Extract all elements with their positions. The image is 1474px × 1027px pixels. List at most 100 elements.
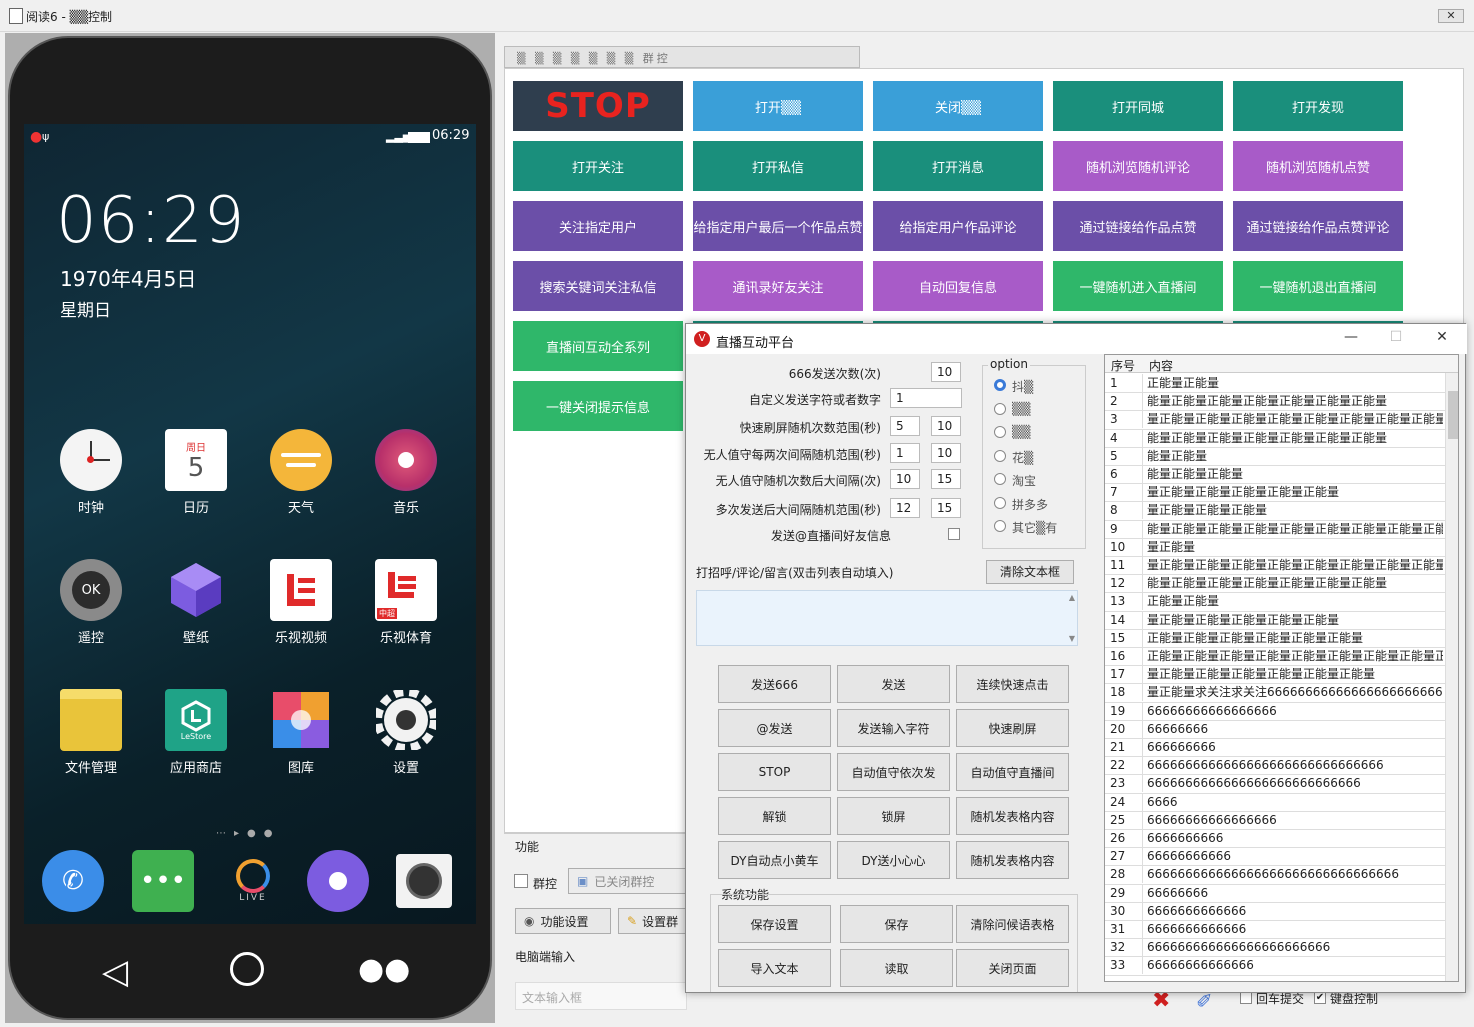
table-row[interactable]: 29 66666666 (1105, 883, 1445, 903)
table-row[interactable]: 31 6666666666666 (1105, 920, 1445, 940)
minimize-button[interactable]: — (1336, 329, 1366, 349)
keyboard-control-checkbox[interactable]: ✔ (1314, 992, 1326, 1004)
action-button[interactable]: DY送小心心 (837, 841, 950, 879)
option-radio[interactable] (994, 473, 1006, 485)
tile-button[interactable]: 关闭▒▒ (873, 81, 1043, 131)
tile-button[interactable]: 打开消息 (873, 141, 1043, 191)
option-radio[interactable] (994, 402, 1006, 415)
tile-button[interactable]: 打开关注 (513, 141, 683, 191)
func-settings-button[interactable]: ◉ 功能设置 (515, 908, 611, 934)
live-icon[interactable]: LIVE (222, 850, 284, 912)
wechat-icon[interactable]: ●● (358, 952, 410, 987)
action-button[interactable]: @发送 (718, 709, 831, 747)
greeting-table[interactable]: 序号 内容 1 正能量正能量 2 能量正能量正能量正能量正能量正能量正能量 3 量正能量正… (1104, 354, 1459, 982)
window-close-button[interactable]: ✕ (1438, 9, 1464, 23)
phone-screen[interactable]: ● ψ ▂▃▅ 06:29 06:29 1970年4月5日 星期日 时钟 周日 … (24, 124, 476, 924)
closed-group-button[interactable]: ▣ 已关闭群控 (568, 868, 688, 894)
table-row[interactable]: 32 666666666666666666666666 (1105, 938, 1445, 958)
action-button[interactable]: 发送输入字符 (837, 709, 950, 747)
greeting-textarea[interactable]: ▲ ▼ (696, 590, 1078, 646)
unattended-count-max-input[interactable]: 15 (931, 469, 961, 489)
table-row[interactable]: 18 量正能量求关注求关注66666666666666666666666 (1105, 683, 1445, 703)
scroll-up-icon[interactable]: ▲ (1069, 593, 1075, 602)
table-row[interactable]: 20 66666666 (1105, 719, 1445, 739)
table-row[interactable]: 28 666666666666666666666666666666666 (1105, 865, 1445, 885)
tile-button[interactable]: 随机浏览随机点赞 (1233, 141, 1403, 191)
back-icon[interactable]: ◁ (102, 952, 128, 992)
tile-button[interactable]: 打开同城 (1053, 81, 1223, 131)
action-button[interactable]: 快速刷屏 (956, 709, 1069, 747)
scroll-down-icon[interactable]: ▼ (1069, 634, 1075, 643)
table-scrollbar[interactable] (1445, 373, 1458, 981)
table-row[interactable]: 15 正能量正能量正能量正能量正能量正能量 (1105, 628, 1445, 648)
option-radio[interactable] (994, 379, 1006, 391)
table-row[interactable]: 9 能量正能量正能量正能量正能量正能量正能量正能量正能 (1105, 519, 1445, 539)
unattended-gap-min-input[interactable]: 1 (890, 443, 920, 463)
tile-button[interactable]: 通讯录好友关注 (693, 261, 863, 311)
dialog-close-button[interactable]: ✕ (1427, 329, 1457, 349)
eraser-icon[interactable]: ✐ (1196, 990, 1213, 1012)
table-row[interactable]: 17 量正能量正能量正能量正能量正能量正能量 (1105, 665, 1445, 685)
tile-button[interactable]: STOP (513, 81, 683, 131)
phone-call-icon[interactable]: ✆ (42, 850, 104, 912)
fast-refresh-max-input[interactable]: 10 (931, 416, 961, 436)
maximize-button[interactable]: ☐ (1381, 329, 1411, 349)
app-file-manager[interactable]: 文件管理 (46, 689, 136, 776)
custom-char-input[interactable]: 1 (890, 388, 962, 408)
tile-button[interactable]: 给指定用户最后一个作品点赞 (693, 201, 863, 251)
clear-red-x-icon[interactable]: ✖ (1152, 990, 1170, 1012)
tile-button[interactable]: 一键关闭提示信息 (513, 381, 683, 431)
tile-button[interactable]: 通过链接给作品点赞评论 (1233, 201, 1403, 251)
app-weather[interactable]: 天气 (256, 429, 346, 516)
action-button[interactable]: 发送 (837, 665, 950, 703)
action-button[interactable]: 自动值守直播间 (956, 753, 1069, 791)
app-letv-video[interactable]: 乐视视频 (256, 559, 346, 646)
app-clock[interactable]: 时钟 (46, 429, 136, 516)
tile-button[interactable]: 打开私信 (693, 141, 863, 191)
messages-icon[interactable]: ••• (132, 850, 194, 912)
tile-button[interactable]: 关注指定用户 (513, 201, 683, 251)
table-row[interactable]: 6 能量正能量正能量 (1105, 465, 1445, 485)
table-row[interactable]: 11 量正能量正能量正能量正能量正能量正能量正能量正能量正能 (1105, 556, 1445, 576)
action-button[interactable]: STOP (718, 753, 831, 791)
action-button[interactable]: 连续快速点击 (956, 665, 1069, 703)
tile-button[interactable]: 给指定用户作品评论 (873, 201, 1043, 251)
table-row[interactable]: 22 6666666666666666666666666666666 (1105, 756, 1445, 776)
app-music[interactable]: 音乐 (361, 429, 451, 516)
app-letv-sports[interactable]: 中超 乐视体育 (361, 559, 451, 646)
system-button[interactable]: 清除问候语表格 (956, 905, 1069, 943)
tab-labels[interactable]: ▒ ▒ ▒ ▒ ▒ ▒ ▒ 群控 (517, 50, 671, 66)
system-button[interactable]: 保存设置 (718, 905, 831, 943)
text-input[interactable]: 文本输入框 (515, 982, 687, 1010)
send-at-checkbox[interactable] (948, 528, 960, 540)
camera-icon[interactable] (396, 854, 452, 908)
app-wallpaper[interactable]: 壁纸 (151, 559, 241, 646)
tile-button[interactable]: 通过链接给作品点赞 (1053, 201, 1223, 251)
scroll-thumb[interactable] (1448, 391, 1458, 439)
app-store[interactable]: LeStore 应用商店 (151, 689, 241, 776)
tab-strip[interactable]: ▒ ▒ ▒ ▒ ▒ ▒ ▒ 群控 (504, 46, 860, 68)
option-radio[interactable] (994, 496, 1006, 509)
unattended-count-min-input[interactable]: 10 (890, 469, 920, 489)
table-row[interactable]: 7 量正能量正能量正能量正能量正能量 (1105, 483, 1445, 503)
table-row[interactable]: 1 正能量正能量 (1105, 374, 1445, 394)
table-row[interactable]: 21 666666666 (1105, 738, 1445, 758)
multi-send-gap-max-input[interactable]: 15 (931, 498, 961, 518)
table-row[interactable]: 24 6666 (1105, 792, 1445, 812)
fast-refresh-min-input[interactable]: 5 (890, 416, 920, 436)
option-radio[interactable] (994, 426, 1006, 438)
clear-textbox-button[interactable]: 清除文本框 (986, 560, 1074, 584)
table-row[interactable]: 3 量正能量正能量正能量正能量正能量正能量正能量正能量正能 (1105, 410, 1445, 430)
action-button[interactable]: 解锁 (718, 797, 831, 835)
table-row[interactable]: 27 66666666666 (1105, 847, 1445, 867)
action-button[interactable]: 随机发表格内容 (956, 797, 1069, 835)
home-icon[interactable] (230, 952, 264, 986)
action-button[interactable]: 发送666 (718, 665, 831, 703)
tile-button[interactable]: 打开发现 (1233, 81, 1403, 131)
unattended-gap-max-input[interactable]: 10 (931, 443, 961, 463)
table-row[interactable]: 23 6666666666666666666666666666 (1105, 774, 1445, 794)
table-row[interactable]: 8 量正能量正能量正能量 (1105, 501, 1445, 521)
action-button[interactable]: 随机发表格内容 (956, 841, 1069, 879)
multi-send-gap-min-input[interactable]: 12 (890, 498, 920, 518)
system-button[interactable]: 保存 (840, 905, 953, 943)
